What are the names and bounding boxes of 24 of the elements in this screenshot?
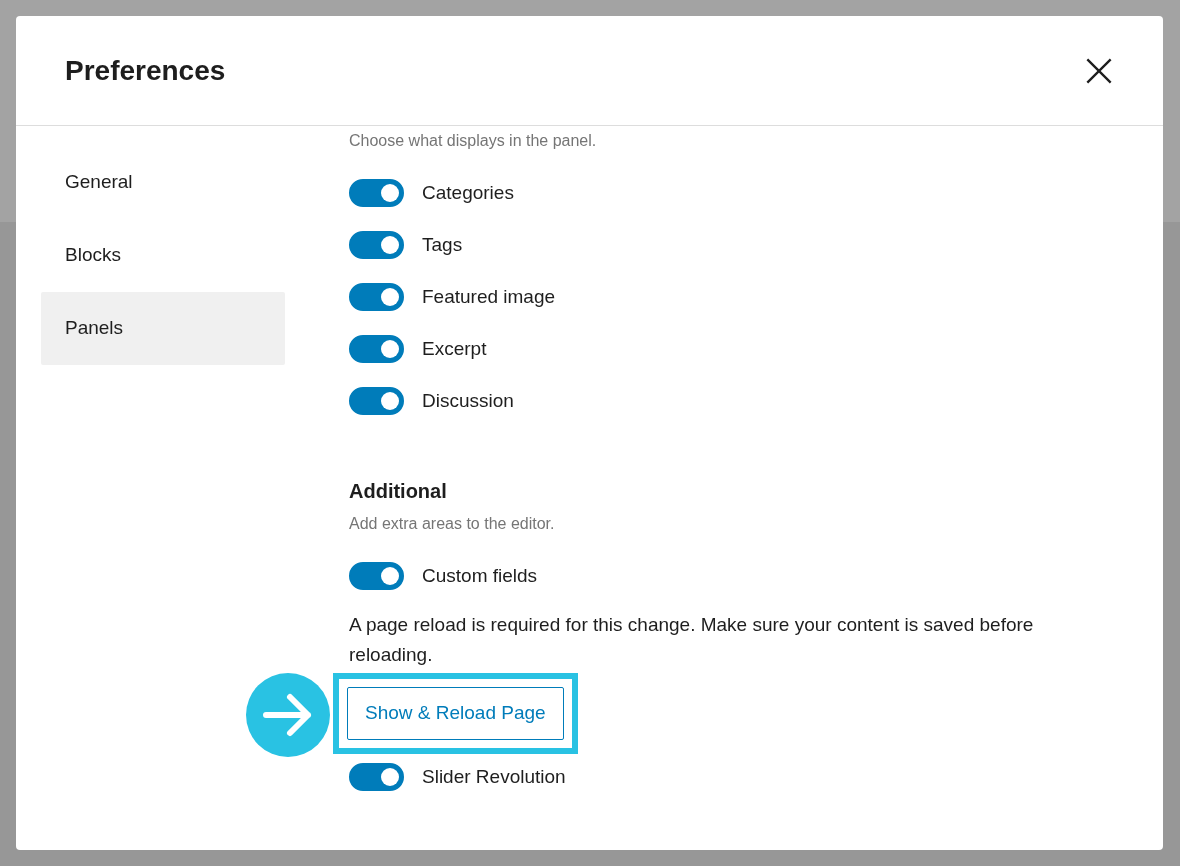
- sidebar-tab[interactable]: General: [41, 146, 285, 219]
- reload-notice: A page reload is required for this change. Make sure your content is saved before reloading.: [349, 613, 1035, 667]
- toggle-switch[interactable]: [349, 387, 404, 415]
- toggle-switch[interactable]: [349, 283, 404, 311]
- toggle-switch[interactable]: [349, 179, 404, 207]
- toggle-switch[interactable]: [349, 335, 404, 363]
- panel-description: Choose what displays in the panel.: [349, 131, 598, 151]
- toggle-label: Excerpt: [422, 336, 487, 361]
- dialog-title: Preferences: [65, 53, 226, 88]
- toggle-switch[interactable]: [349, 562, 404, 590]
- show-reload-button[interactable]: Show & Reload Page: [347, 687, 564, 740]
- close-icon[interactable]: [1085, 56, 1113, 85]
- sidebar-tab[interactable]: Panels: [41, 292, 285, 365]
- toggle-label: Categories: [422, 180, 514, 205]
- toggle-label: Tags: [422, 232, 463, 257]
- toggle-label: Custom fields: [422, 563, 538, 588]
- toggle-label: Slider Revolution: [422, 764, 566, 789]
- toggle-switch[interactable]: [349, 231, 404, 259]
- section-description: Add extra areas to the editor.: [349, 514, 556, 534]
- sidebar-tab[interactable]: Blocks: [41, 219, 285, 292]
- section-heading: Additional: [349, 479, 448, 504]
- toggle-label: Discussion: [422, 388, 514, 413]
- toggle-label: Featured image: [422, 284, 556, 309]
- toggle-switch[interactable]: [349, 763, 404, 791]
